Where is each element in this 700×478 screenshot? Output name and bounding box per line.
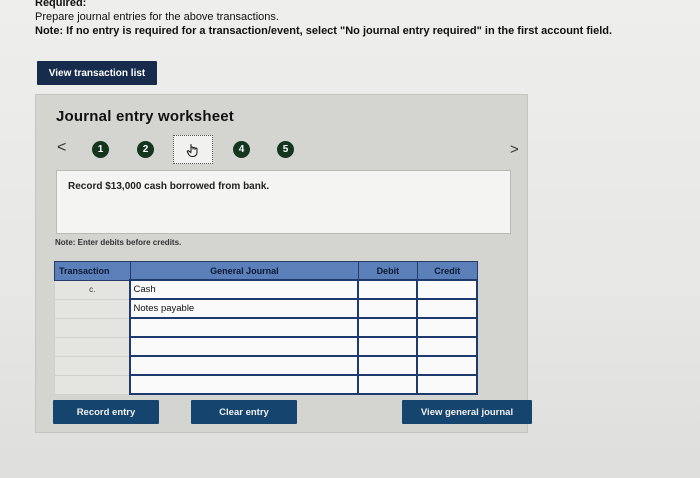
table-row	[54, 336, 478, 357]
hand-pointer-icon	[186, 143, 198, 157]
clear-entry-button[interactable]: Clear entry	[191, 400, 297, 424]
transaction-cell	[54, 375, 131, 395]
no-entry-note: Note: If no entry is required for a tran…	[35, 25, 613, 37]
debit-field[interactable]	[357, 336, 419, 357]
required-heading: Required:	[35, 0, 87, 9]
step-4-button[interactable]: 4	[233, 141, 250, 158]
debit-field[interactable]	[357, 355, 419, 376]
step-1-button[interactable]: 1	[92, 141, 109, 158]
step-2-button[interactable]: 2	[137, 141, 154, 158]
journal-table-header-row: Transaction General Journal Debit Credit	[54, 261, 478, 281]
prev-step-chevron-icon[interactable]: <	[57, 139, 66, 157]
credit-field[interactable]	[416, 317, 478, 338]
credit-field[interactable]	[416, 298, 478, 319]
credit-field[interactable]	[416, 355, 478, 376]
step-5-button[interactable]: 5	[277, 141, 294, 158]
transaction-cell	[54, 318, 131, 338]
debits-before-credits-note: Note: Enter debits before credits.	[55, 238, 182, 247]
debit-column-header: Debit	[357, 261, 418, 281]
credit-column-header: Credit	[416, 261, 478, 281]
debit-field[interactable]	[357, 279, 419, 300]
general-journal-column-header: General Journal	[129, 261, 359, 281]
transaction-cell	[54, 337, 131, 357]
transaction-cell	[54, 299, 131, 319]
debit-field[interactable]	[357, 317, 419, 338]
credit-field[interactable]	[416, 279, 478, 300]
transaction-description-box: Record $13,000 cash borrowed from bank.	[56, 170, 511, 234]
table-row	[54, 374, 478, 395]
transaction-description: Record $13,000 cash borrowed from bank.	[68, 181, 270, 192]
journal-entry-table: Transaction General Journal Debit Credit…	[54, 261, 478, 395]
worksheet-title: Journal entry worksheet	[56, 108, 234, 125]
instructions-block: Required: Prepare journal entries for th…	[35, 0, 612, 38]
account-field[interactable]	[129, 355, 360, 376]
record-entry-button[interactable]: Record entry	[53, 400, 159, 424]
account-field[interactable]	[129, 336, 360, 357]
table-row	[54, 317, 478, 338]
table-row: c. Cash	[54, 279, 478, 300]
transaction-cell	[54, 356, 131, 376]
step-3-current[interactable]	[173, 135, 213, 164]
debit-field[interactable]	[357, 374, 419, 395]
view-general-journal-button[interactable]: View general journal	[402, 400, 532, 424]
table-row: Notes payable	[54, 298, 478, 319]
credit-field[interactable]	[416, 374, 478, 395]
credit-field[interactable]	[416, 336, 478, 357]
transaction-cell: c.	[54, 280, 131, 300]
debit-field[interactable]	[357, 298, 419, 319]
prepare-instruction: Prepare journal entries for the above tr…	[35, 11, 279, 23]
account-field[interactable]: Notes payable	[129, 298, 360, 319]
account-field[interactable]: Cash	[129, 279, 360, 300]
next-step-chevron-icon[interactable]: >	[510, 141, 519, 158]
table-row	[54, 355, 478, 376]
view-transaction-list-button[interactable]: View transaction list	[37, 61, 157, 85]
transaction-column-header: Transaction	[54, 261, 131, 281]
account-field[interactable]	[129, 374, 360, 395]
journal-entry-worksheet-panel: Journal entry worksheet < 1 2 4 5 > Reco…	[35, 94, 532, 433]
account-field[interactable]	[129, 317, 360, 338]
